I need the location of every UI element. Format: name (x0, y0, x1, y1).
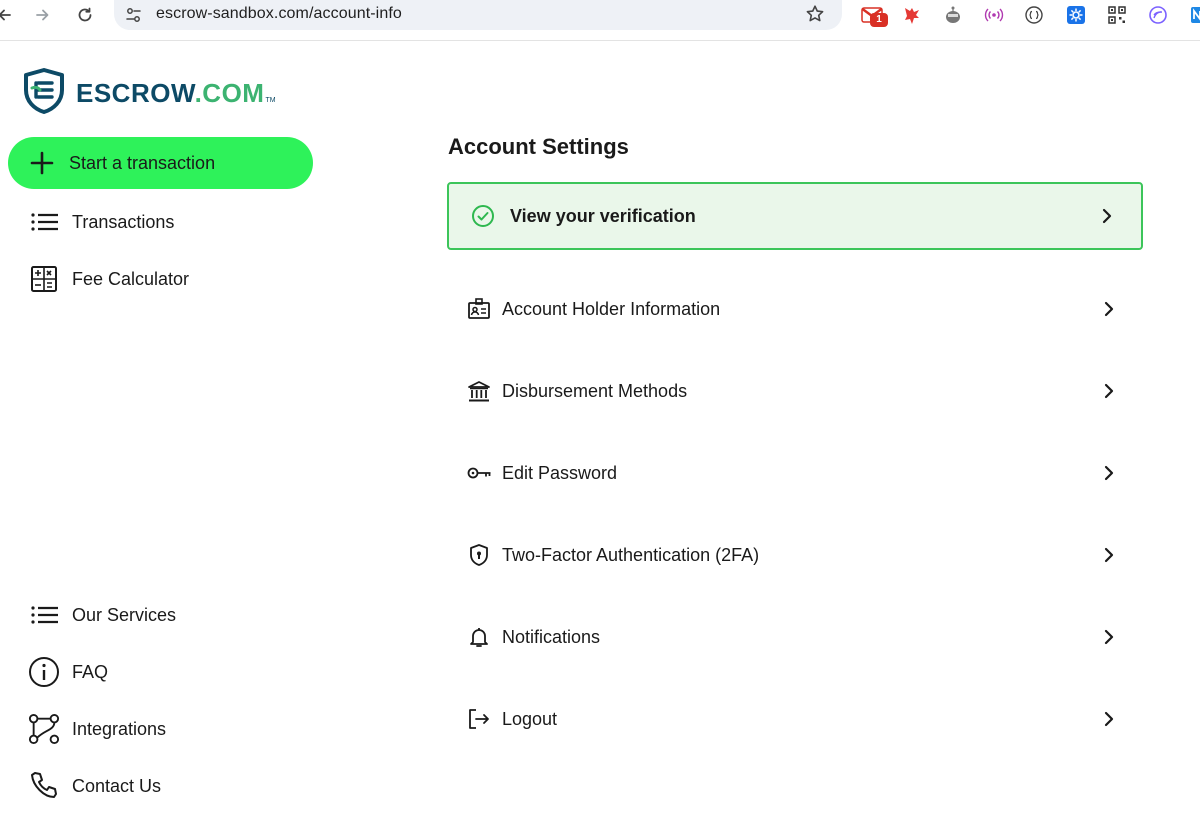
chevron-right-icon (1101, 461, 1117, 490)
n-extension-icon[interactable] (1186, 3, 1200, 27)
page-title: Account Settings (448, 134, 629, 159)
menu-item-account-holder-information[interactable]: Account Holder Information (447, 281, 1143, 337)
menu-item-label: Notifications (502, 626, 601, 647)
dragon-extension-icon[interactable] (900, 3, 924, 27)
bell-icon (466, 624, 492, 650)
chevron-right-icon (1099, 206, 1115, 231)
menu-item-edit-password[interactable]: Edit Password (447, 445, 1143, 501)
swirl-extension-icon[interactable] (1146, 3, 1170, 27)
sidebar-item-label: Contact Us (72, 775, 162, 796)
integrations-icon (28, 713, 60, 745)
menu-item-label: Disbursement Methods (502, 380, 688, 401)
menu-item-label: Logout (502, 708, 558, 729)
escrow-shield-logo-icon (22, 68, 66, 119)
sidebar-item-integrations[interactable]: Integrations (28, 711, 166, 747)
site-settings-icon[interactable] (124, 5, 144, 30)
brand-name: ESCROW.COM (76, 78, 265, 108)
menu-item-label: Account Holder Information (502, 298, 721, 319)
sidebar-item-label: Our Services (72, 604, 177, 625)
chevron-right-icon (1101, 297, 1117, 326)
start-transaction-button[interactable]: Start a transaction (8, 137, 313, 189)
shield-lock-icon (466, 542, 492, 568)
gmail-extension-icon[interactable]: 1 (860, 3, 888, 27)
url-text[interactable]: escrow-sandbox.com/account-info (156, 5, 402, 23)
sidebar-item-fee-calculator[interactable]: Fee Calculator (28, 261, 189, 297)
chevron-right-icon (1101, 543, 1117, 572)
key-icon (466, 460, 492, 486)
sidebar-item-label: Transactions (72, 211, 175, 232)
robot-extension-icon[interactable] (941, 3, 965, 27)
sidebar-item-label: Fee Calculator (72, 268, 190, 289)
view-verification-label: View your verification (510, 205, 696, 226)
sidebar-item-faq[interactable]: FAQ (28, 654, 108, 690)
menu-item-label: Edit Password (502, 462, 618, 483)
sidebar-item-label: FAQ (72, 661, 109, 682)
sidebar-item-contact-us[interactable]: Contact Us (28, 768, 161, 804)
phone-icon (28, 770, 60, 802)
plus-icon (30, 151, 54, 175)
chevron-right-icon (1101, 625, 1117, 654)
menu-item-logout[interactable]: Logout (447, 691, 1143, 747)
check-circle-icon (472, 205, 494, 227)
view-verification-card[interactable]: View your verification (447, 182, 1143, 250)
back-icon[interactable] (0, 4, 16, 26)
menu-item-disbursement-methods[interactable]: Disbursement Methods (447, 363, 1143, 419)
start-transaction-label: Start a transaction (69, 152, 216, 173)
menu-item-notifications[interactable]: Notifications (447, 609, 1143, 665)
reload-icon[interactable] (74, 4, 96, 26)
blue-gear-extension-icon[interactable] (1064, 3, 1088, 27)
broadcast-extension-icon[interactable] (982, 3, 1006, 27)
sidebar-item-our-services[interactable]: Our Services (28, 597, 176, 633)
qr-code-extension-icon[interactable] (1105, 3, 1129, 27)
browser-toolbar: escrow-sandbox.com/account-info 1 (0, 0, 1200, 41)
sidebar-item-label: Integrations (72, 718, 167, 739)
trademark: TM (265, 97, 276, 104)
calculator-icon (28, 263, 60, 295)
list-icon (28, 599, 60, 631)
bank-icon (466, 378, 492, 404)
menu-item-label: Two-Factor Authentication (2FA) (502, 544, 760, 565)
chevron-right-icon (1101, 379, 1117, 408)
escrow-logo[interactable]: ESCROW.COM TM (22, 68, 276, 119)
info-icon (28, 656, 60, 688)
logout-icon (466, 706, 492, 732)
menu-item-two-factor-authentication[interactable]: Two-Factor Authentication (2FA) (447, 527, 1143, 583)
address-bar[interactable]: escrow-sandbox.com/account-info (114, 0, 842, 30)
sidebar-item-transactions[interactable]: Transactions (28, 204, 174, 240)
bookmark-star-icon[interactable] (804, 3, 826, 30)
brackets-extension-icon[interactable] (1022, 3, 1046, 27)
chevron-right-icon (1101, 707, 1117, 736)
mail-badge: 1 (870, 13, 888, 27)
list-icon (28, 206, 60, 238)
forward-icon[interactable] (31, 4, 53, 26)
id-card-icon (466, 296, 492, 322)
